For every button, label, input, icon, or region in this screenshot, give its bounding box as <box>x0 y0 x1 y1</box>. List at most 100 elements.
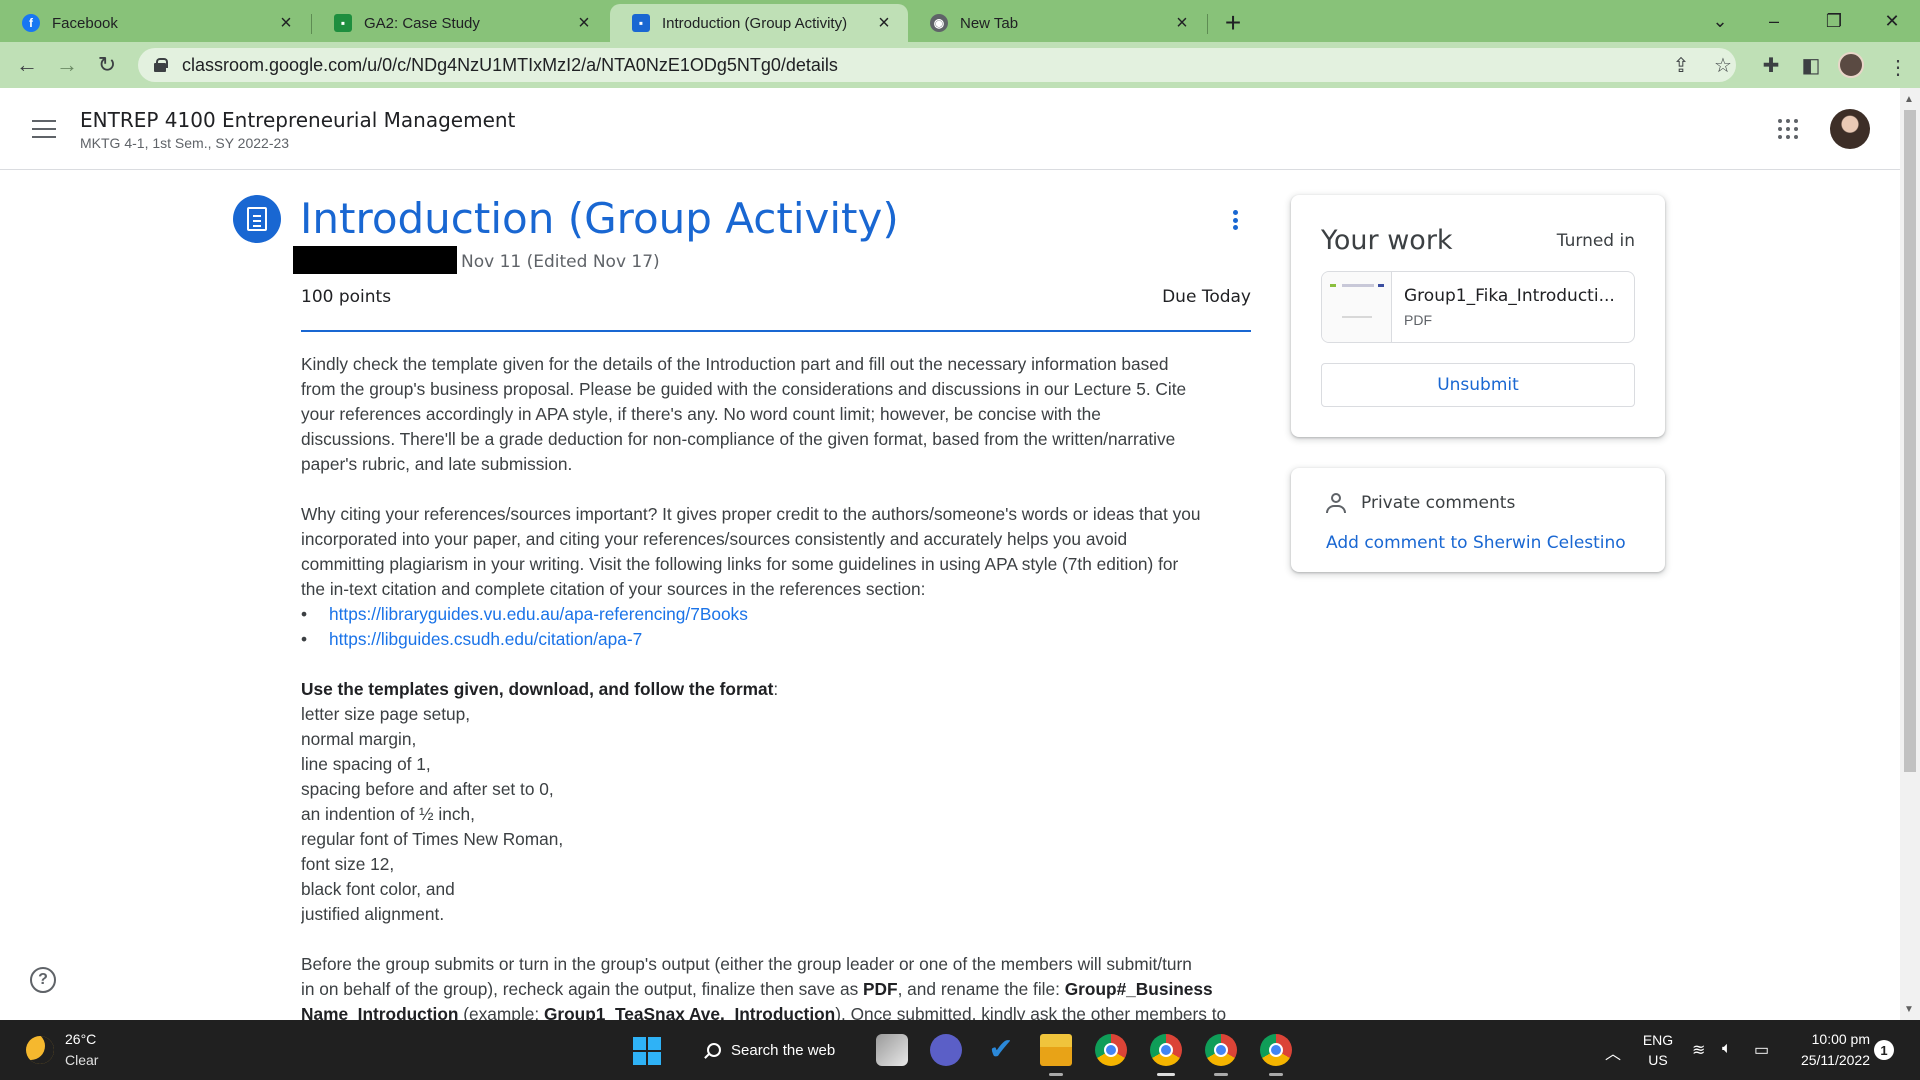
todo-check-icon[interactable]: ✔ <box>985 1034 1017 1066</box>
taskbar-search[interactable]: Search the web <box>697 1032 837 1068</box>
classroom-icon: ▪ <box>632 14 650 32</box>
weather-condition[interactable]: Clear <box>65 1052 98 1068</box>
show-hidden-icons-icon[interactable]: ︿ <box>1605 1040 1621 1064</box>
chrome-profile-icon[interactable] <box>1150 1034 1182 1066</box>
chrome-profile-icon[interactable] <box>1260 1034 1292 1066</box>
close-icon[interactable]: × <box>574 12 594 34</box>
text-line: committing plagiarism in your writing. V… <box>301 554 1179 574</box>
minimize-icon[interactable]: – <box>1754 4 1794 38</box>
text-line: the in-text citation and complete citati… <box>301 579 926 599</box>
format-item: black font color, and <box>301 879 455 899</box>
address-bar[interactable]: classroom.google.com/u/0/c/NDg4NzU1MTIxM… <box>138 48 1736 82</box>
unsubmit-button[interactable]: Unsubmit <box>1321 363 1635 407</box>
course-title[interactable]: ENTREP 4100 Entrepreneurial Management <box>80 108 515 132</box>
wifi-icon[interactable]: ≋ <box>1692 1040 1705 1060</box>
window-close-icon[interactable]: ✕ <box>1872 4 1912 38</box>
close-icon[interactable]: × <box>874 12 894 34</box>
assignment-title: Introduction (Group Activity) <box>300 194 899 243</box>
more-options-icon[interactable] <box>1223 208 1247 232</box>
add-private-comment-link[interactable]: Add comment to Sherwin Celestino <box>1326 533 1626 553</box>
format-item: justified alignment. <box>301 904 445 924</box>
tab-title: Facebook <box>52 14 118 32</box>
teams-chat-icon[interactable] <box>930 1034 962 1066</box>
task-view-icon[interactable] <box>876 1034 908 1066</box>
person-icon <box>1325 492 1347 514</box>
tab-title: New Tab <box>960 14 1019 32</box>
text-run: in on behalf of the group), recheck agai… <box>301 979 864 999</box>
browser-menu-icon[interactable]: ⋮ <box>1888 55 1908 80</box>
weather-temperature[interactable]: 26°C <box>65 1031 96 1047</box>
format-item: regular font of Times New Roman, <box>301 829 564 849</box>
format-heading: Use the templates given, download, and f… <box>301 679 774 699</box>
browser-profile-avatar[interactable] <box>1838 52 1864 78</box>
scroll-up-icon[interactable]: ▲ <box>1904 94 1914 105</box>
format-item: an indention of ½ inch, <box>301 804 475 824</box>
list-item: https://libraryguides.vu.edu.au/apa-refe… <box>301 602 1251 627</box>
text-line: Name_Introduction (example: Group1_TeaSn… <box>301 1002 1251 1020</box>
bookmark-star-icon[interactable]: ☆ <box>1708 50 1738 80</box>
private-comments-card: Private comments Add comment to Sherwin … <box>1291 468 1665 572</box>
text-line: Before the group submits or turn in the … <box>301 954 1192 974</box>
course-subtitle: MKTG 4-1, 1st Sem., SY 2022-23 <box>80 135 290 151</box>
browser-tab-strip: f Facebook × ▪ GA2: Case Study × ▪ Intro… <box>0 0 1920 42</box>
google-apps-icon[interactable] <box>1778 119 1798 139</box>
chrome-profile-icon[interactable] <box>1205 1034 1237 1066</box>
format-item: font size 12, <box>301 854 395 874</box>
reload-icon[interactable]: ↻ <box>92 50 122 80</box>
apa-guide-link-csudh[interactable]: https://libguides.csudh.edu/citation/apa… <box>329 629 642 649</box>
browser-toolbar: ← → ↻ classroom.google.com/u/0/c/NDg4NzU… <box>0 42 1920 88</box>
notification-badge[interactable]: 1 <box>1874 1040 1894 1060</box>
chrome-icon[interactable] <box>1095 1034 1127 1066</box>
citation-paragraph: Why citing your references/sources impor… <box>301 502 1251 602</box>
new-tab-button[interactable]: + <box>1218 7 1248 38</box>
lock-icon[interactable] <box>154 58 168 72</box>
instructions-paragraph: Kindly check the template given for the … <box>301 352 1251 477</box>
forward-icon[interactable]: → <box>52 50 82 80</box>
text-line: discussions. There'll be a grade deducti… <box>301 429 1176 449</box>
format-item: normal margin, <box>301 729 417 749</box>
pdf-thumbnail <box>1322 272 1392 342</box>
apa-guide-link-vu[interactable]: https://libraryguides.vu.edu.au/apa-refe… <box>329 604 748 624</box>
text-line: Kindly check the template given for the … <box>301 354 1169 374</box>
text-line: Why citing your references/sources impor… <box>301 504 1201 524</box>
format-item: spacing before and after set to 0, <box>301 779 554 799</box>
tab-introduction-group-activity[interactable]: ▪ Introduction (Group Activity) × <box>610 4 908 42</box>
tab-new-tab[interactable]: ◉ New Tab × <box>908 4 1206 42</box>
header-divider <box>301 330 1251 332</box>
page-scrollbar[interactable]: ▲ ▼ <box>1900 88 1920 1020</box>
close-icon[interactable]: × <box>276 12 296 34</box>
account-avatar[interactable] <box>1830 109 1870 149</box>
help-icon[interactable]: ? <box>30 967 56 993</box>
scrollbar-thumb[interactable] <box>1904 110 1916 772</box>
file-explorer-icon[interactable] <box>1040 1034 1072 1066</box>
search-label: Search the web <box>731 1041 836 1059</box>
format-item: letter size page setup, <box>301 704 471 724</box>
moon-weather-icon[interactable] <box>26 1036 54 1064</box>
tab-title: Introduction (Group Activity) <box>662 14 848 32</box>
volume-icon[interactable]: 🔈︎ <box>1722 1040 1732 1058</box>
clock-time[interactable]: 10:00 pm <box>1780 1031 1870 1047</box>
attachment-file-type: PDF <box>1404 312 1432 328</box>
close-icon[interactable]: × <box>1172 12 1192 34</box>
input-region[interactable]: US <box>1640 1052 1676 1068</box>
classroom-icon: ▪ <box>334 14 352 32</box>
back-icon[interactable]: ← <box>12 50 42 80</box>
tab-facebook[interactable]: f Facebook × <box>0 4 310 42</box>
restore-icon[interactable]: ❐ <box>1814 4 1854 38</box>
clock-date[interactable]: 25/11/2022 <box>1780 1052 1870 1068</box>
battery-icon[interactable]: ▭ <box>1754 1040 1769 1060</box>
tab-ga2-case-study[interactable]: ▪ GA2: Case Study × <box>312 4 608 42</box>
share-icon[interactable]: ⇪ <box>1666 50 1696 80</box>
facebook-icon: f <box>22 14 40 32</box>
extensions-icon[interactable]: ✚ <box>1756 50 1786 80</box>
url-text: classroom.google.com/u/0/c/NDg4NzU1MTIxM… <box>182 54 838 75</box>
input-language[interactable]: ENG <box>1640 1032 1676 1048</box>
tab-search-icon[interactable]: ⌄ <box>1700 4 1740 38</box>
side-panel-icon[interactable]: ◧ <box>1796 50 1826 80</box>
private-comments-title: Private comments <box>1361 493 1516 513</box>
windows-start-icon[interactable] <box>633 1037 661 1065</box>
classroom-header: ENTREP 4100 Entrepreneurial Management M… <box>0 88 1900 170</box>
main-menu-icon[interactable] <box>32 120 56 138</box>
attachment-card[interactable]: Group1_Fika_Introducti... PDF <box>1321 271 1635 343</box>
scroll-down-icon[interactable]: ▼ <box>1904 1004 1914 1015</box>
